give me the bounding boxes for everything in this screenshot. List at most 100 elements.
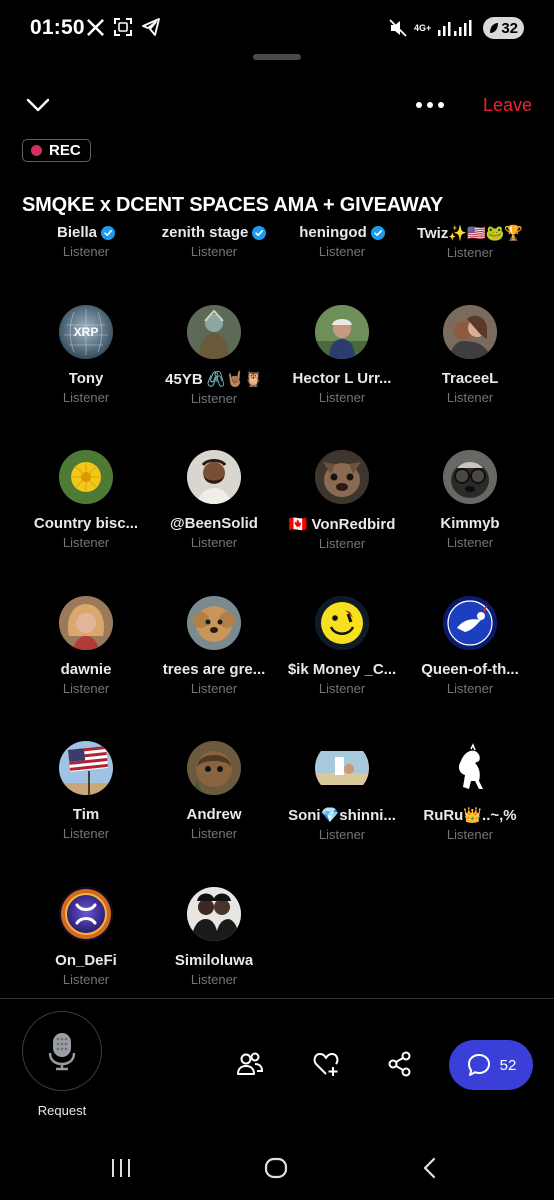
- listener-cell[interactable]: Similoluwa Listener: [150, 868, 278, 999]
- avatar: [59, 450, 113, 504]
- chat-button[interactable]: 52: [449, 1040, 533, 1090]
- signal-icon: [438, 20, 472, 36]
- back-icon[interactable]: [421, 1156, 439, 1180]
- share-icon[interactable]: [386, 1050, 414, 1078]
- listener-cell[interactable]: Kimmyb Listener: [406, 431, 534, 577]
- request-label: Request: [37, 1103, 87, 1118]
- listener-cell[interactable]: $ik Money _C... Listener: [278, 577, 406, 723]
- listener-name: TraceeL: [441, 369, 499, 387]
- listener-name: 45YB 🖇️🤘🏽🦉: [165, 370, 263, 388]
- listener-role: Listener: [62, 826, 110, 841]
- network-type: 4G+: [414, 22, 432, 33]
- recent-apps-icon[interactable]: [110, 1156, 132, 1180]
- listener-name: Kimmyb: [440, 515, 500, 532]
- listener-grid-viewport[interactable]: Biella Listener zenith stage Listener hening…: [0, 224, 554, 998]
- space-title: SMQKE x DCENT SPACES AMA + GIVEAWAY: [22, 194, 444, 216]
- listener-cell[interactable]: RuRu👑..~,% Listener: [406, 722, 534, 868]
- listener-cell[interactable]: trees are gre... Listener: [150, 577, 278, 723]
- avatar: [187, 595, 241, 650]
- listener-cell[interactable]: TraceeL Listener: [406, 286, 534, 432]
- avatar: [443, 450, 497, 504]
- listener-name-row: Country bisc...: [34, 515, 138, 532]
- listener-name: Queen-of-th...: [421, 660, 519, 678]
- listener-name: Country bisc...: [33, 515, 139, 532]
- notification-icons: [86, 17, 161, 37]
- listener-role: Listener: [190, 971, 238, 987]
- chat-count: 52: [499, 1056, 517, 1074]
- avatar: [187, 450, 241, 504]
- listener-name-row: Biella: [57, 224, 116, 241]
- divider: [0, 998, 554, 999]
- listener-cell[interactable]: Tim Listener: [22, 722, 150, 868]
- listener-cell[interactable]: On_DeFi Listener: [22, 868, 150, 999]
- listener-name: $ik Money _C...: [287, 660, 397, 678]
- listener-name-row: heningod: [299, 224, 385, 241]
- listener-name-row: Kimmyb: [440, 515, 499, 532]
- listener-name: heningod: [299, 224, 367, 241]
- listener-role: Listener: [446, 680, 494, 696]
- listener-role: Listener: [62, 535, 110, 550]
- leaf-icon: [490, 23, 499, 33]
- more-options-icon[interactable]: [416, 102, 444, 108]
- listener-name: 🇨🇦 VonRedbird: [288, 516, 396, 533]
- listener-role: Listener: [318, 827, 366, 842]
- listener-cell[interactable]: zenith stage Listener: [150, 224, 278, 286]
- record-dot-icon: [31, 145, 42, 156]
- home-icon[interactable]: [264, 1156, 288, 1180]
- avatar: [187, 304, 241, 359]
- telegram-icon: [142, 18, 160, 36]
- listener-name: Twiz✨🇺🇸🐸🏆: [416, 225, 524, 242]
- listener-cell[interactable]: XRP Tony Listener: [22, 286, 150, 432]
- heart-plus-icon[interactable]: [312, 1050, 340, 1078]
- listener-name-row: @BeenSolid: [170, 515, 258, 532]
- sheet-drag-handle[interactable]: [253, 54, 301, 60]
- listener-name-row: zenith stage: [162, 224, 267, 241]
- svg-text:XRP: XRP: [74, 325, 99, 339]
- listener-cell[interactable]: heningod Listener: [278, 224, 406, 286]
- listener-cell[interactable]: Andrew Listener: [150, 722, 278, 868]
- microphone-icon: [48, 1033, 76, 1071]
- listener-cell[interactable]: Biella Listener: [22, 224, 150, 286]
- battery-level: 32: [501, 19, 518, 37]
- request-mic-button[interactable]: [22, 1011, 102, 1091]
- listener-role: Listener: [190, 244, 238, 259]
- listener-name: trees are gre...: [162, 660, 266, 678]
- listener-name-row: On_DeFi: [55, 952, 117, 969]
- screenshot-icon: [114, 18, 132, 36]
- listener-cell[interactable]: 45YB 🖇️🤘🏽🦉 Listener: [150, 286, 278, 432]
- listener-cell[interactable]: Hector L Urr... Listener: [278, 286, 406, 432]
- avatar: [315, 595, 369, 650]
- listener-cell[interactable]: Country bisc... Listener: [22, 431, 150, 577]
- listener-name-row: Similoluwa: [175, 952, 253, 969]
- listener-cell[interactable]: dawnie Listener: [22, 577, 150, 723]
- listener-name-row: trees are gre...: [163, 661, 266, 678]
- verified-badge-icon: [252, 225, 267, 240]
- listener-name-row: Andrew: [186, 806, 241, 823]
- listener-role: Listener: [446, 535, 494, 550]
- listener-name: Tim: [72, 806, 100, 823]
- listener-name: dawnie: [60, 660, 112, 678]
- listener-cell[interactable]: Queen-of-th... Listener: [406, 577, 534, 723]
- listener-role: Listener: [62, 244, 110, 259]
- listener-name-row: 🇨🇦 VonRedbird: [289, 515, 396, 533]
- listener-role: Listener: [190, 390, 238, 406]
- status-time: 01:50: [30, 16, 85, 39]
- system-indicators: 4G+ 32: [389, 17, 524, 39]
- battery-icon: 32: [483, 17, 524, 39]
- listener-cell[interactable]: Soni💎shinni... Listener: [278, 722, 406, 868]
- chat-bubble-icon: [467, 1054, 490, 1076]
- listener-role: Listener: [62, 389, 110, 405]
- avatar: [443, 741, 497, 795]
- listener-cell[interactable]: Twiz✨🇺🇸🐸🏆 Listener: [406, 224, 534, 286]
- avatar: [443, 595, 497, 650]
- listener-name: Soni💎shinni...: [288, 807, 396, 824]
- rec-label: REC: [49, 142, 81, 159]
- chevron-down-icon[interactable]: [25, 94, 51, 116]
- people-icon[interactable]: [236, 1050, 264, 1078]
- listener-cell[interactable]: 🇨🇦 VonRedbird Listener: [278, 431, 406, 577]
- leave-button[interactable]: Leave: [483, 95, 532, 116]
- listener-cell[interactable]: @BeenSolid Listener: [150, 431, 278, 577]
- listener-role: Listener: [446, 827, 494, 842]
- listener-name: zenith stage: [161, 224, 249, 241]
- listener-name-row: TraceeL: [442, 370, 499, 387]
